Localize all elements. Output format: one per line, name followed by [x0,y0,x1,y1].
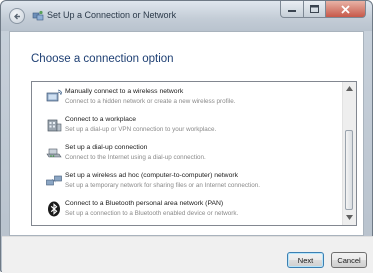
workplace-icon [47,119,62,132]
close-icon [341,4,350,14]
cancel-button[interactable]: Cancel [331,252,367,268]
dialup-modem-icon [46,148,62,158]
wizard-window: Set Up a Connection or Network Choose a … [0,0,373,273]
minimize-icon [288,10,296,12]
maximize-button[interactable] [304,1,326,18]
caption-buttons [280,1,366,19]
window-title: Set Up a Connection or Network [47,10,177,20]
back-button[interactable] [9,8,25,24]
maximize-icon [310,5,319,13]
list-scrollbar[interactable] [342,82,356,225]
connection-options-list[interactable]: Manually connect to a wireless network C… [31,81,357,226]
next-button[interactable]: Next [287,252,324,268]
button-bar: Next Cancel [2,236,373,273]
option-title: Connect to a Bluetooth personal area net… [65,200,224,207]
option-description: Set up a connection to a Bluetooth enabl… [65,210,239,217]
adhoc-network-icon [46,175,62,186]
close-button[interactable] [326,1,366,18]
option-title: Manually connect to a wireless network [65,88,184,95]
option-description: Connect to a hidden network or create a … [65,98,236,105]
back-arrow-icon [14,13,20,20]
chevron-up-icon [346,86,353,91]
minimize-button[interactable] [280,1,304,18]
option-title: Set up a dial-up connection [65,144,148,151]
list-item-adhoc[interactable]: Set up a wireless ad hoc (computer-to-co… [32,167,344,195]
bluetooth-icon [48,201,60,217]
wireless-network-icon [46,89,62,102]
option-description: Connect to the Internet using a dial-up … [65,154,206,161]
title-bar: Set Up a Connection or Network [1,1,372,31]
option-description: Set up a dial-up or VPN connection to yo… [65,126,217,133]
list-item-manual-wireless[interactable]: Manually connect to a wireless network C… [32,83,344,111]
network-icon [32,10,44,21]
scroll-down-button[interactable] [345,213,354,222]
chevron-down-icon [346,215,353,220]
option-title: Connect to a workplace [65,116,137,123]
list-item-bluetooth-pan[interactable]: Connect to a Bluetooth personal area net… [32,195,344,223]
scroll-up-button[interactable] [345,84,354,93]
list-item-workplace[interactable]: Connect to a workplace Set up a dial-up … [32,111,344,139]
option-title: Set up a wireless ad hoc (computer-to-co… [65,172,239,179]
option-description: Set up a temporary network for sharing f… [65,182,260,189]
page-heading: Choose a connection option [31,53,174,65]
scroll-thumb[interactable] [345,130,353,210]
list-item-dialup[interactable]: Set up a dial-up connection Connect to t… [32,139,344,167]
